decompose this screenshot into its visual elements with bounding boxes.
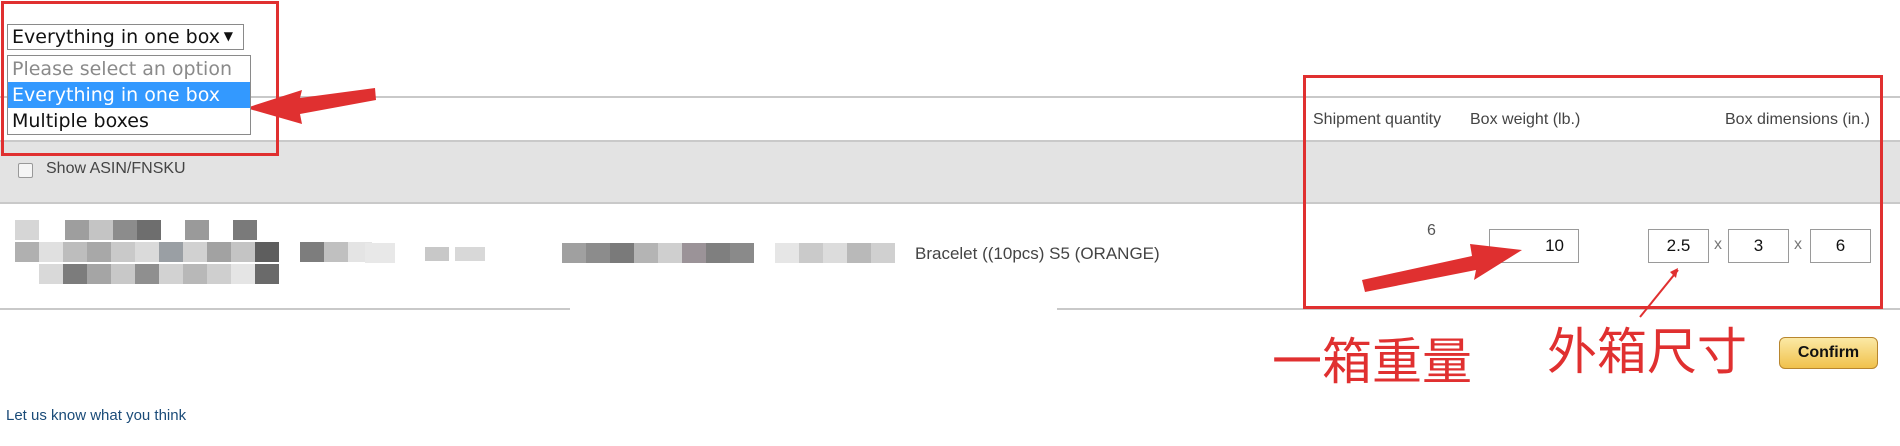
dropdown-options-list: Please select an option Everything in on…	[7, 55, 251, 135]
option-multiple-boxes[interactable]: Multiple boxes	[8, 108, 250, 134]
option-placeholder[interactable]: Please select an option	[8, 56, 250, 82]
arrow-to-weight-icon	[1362, 244, 1522, 292]
annotation-box-dimensions: 外箱尺寸	[1547, 323, 1747, 381]
select-value: Everything in one box	[12, 26, 221, 48]
confirm-button[interactable]: Confirm	[1779, 337, 1878, 369]
feedback-link[interactable]: Let us know what you think	[6, 407, 186, 424]
pointer-to-dimensions-icon	[1639, 269, 1679, 318]
annotation-box-weight: 一箱重量	[1272, 333, 1472, 391]
dropdown-arrow-icon: ▼	[223, 29, 233, 43]
option-everything-in-one-box[interactable]: Everything in one box	[8, 82, 250, 108]
shipment-packing-select[interactable]: Everything in one box ▼	[7, 24, 244, 50]
